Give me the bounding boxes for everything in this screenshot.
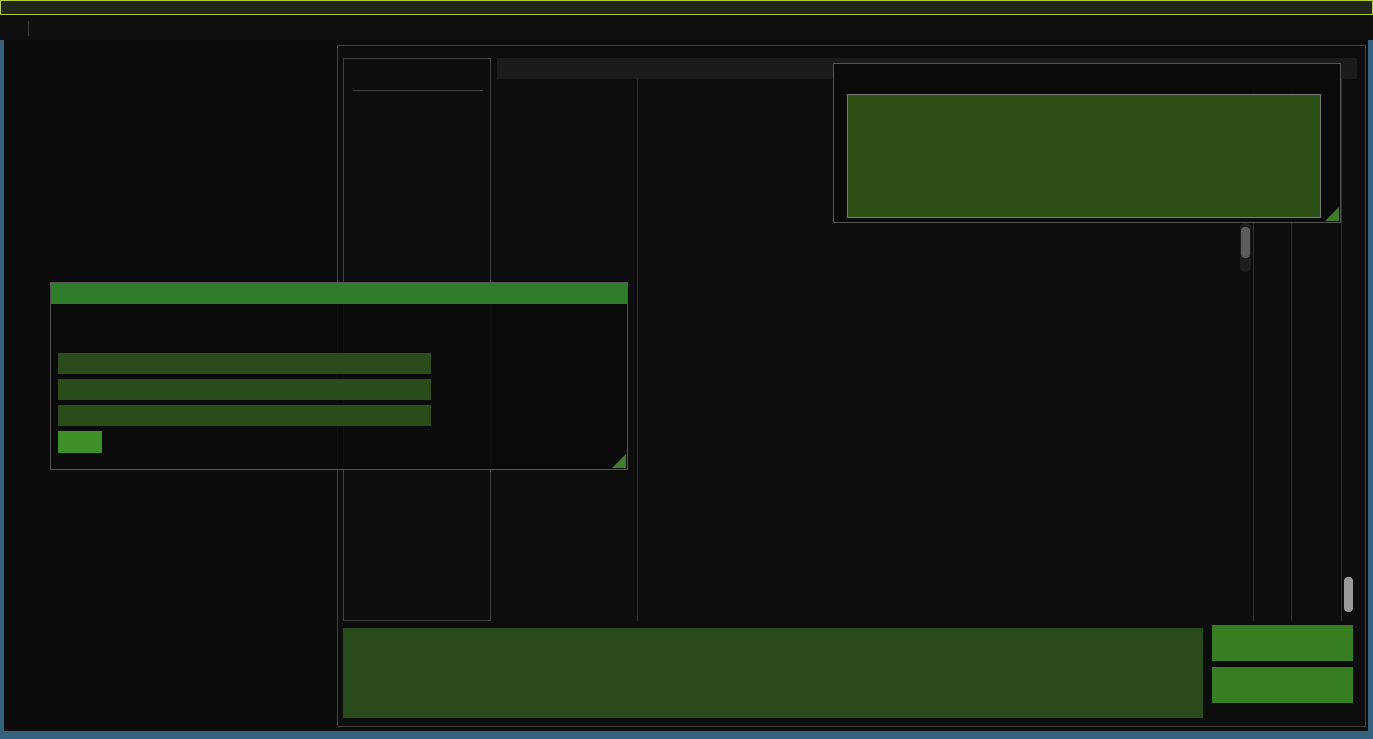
menu-bar (0, 17, 1373, 40)
column-divider (637, 79, 638, 621)
join-password-input[interactable] (58, 405, 431, 426)
join-button[interactable] (58, 431, 102, 453)
histogram-plot (847, 94, 1321, 218)
column-divider (1341, 79, 1342, 621)
menu-separator (28, 21, 29, 36)
histogram-window (833, 63, 1341, 223)
message-input[interactable] (343, 628, 1203, 718)
window-titlebar[interactable] (0, 0, 1373, 15)
members-separator (353, 90, 483, 91)
chat-scrollbar[interactable] (1344, 577, 1353, 612)
histogram-window-titlebar[interactable] (834, 64, 1340, 85)
resize-grip[interactable] (1325, 207, 1339, 221)
tab-debug[interactable] (497, 61, 508, 76)
join-group-window (50, 282, 628, 470)
window-border-bottom (0, 731, 1373, 739)
send-file-button[interactable] (1212, 625, 1353, 661)
window-border-right (1368, 17, 1373, 739)
paste-file-button[interactable] (1212, 667, 1353, 703)
join-name-input[interactable] (58, 379, 431, 400)
resize-grip[interactable] (612, 454, 626, 468)
message-pane-scrollbar[interactable] (1241, 227, 1250, 258)
join-window-titlebar[interactable] (51, 283, 627, 304)
app-window (0, 0, 1373, 739)
window-border-left (0, 17, 4, 739)
chat-id-input[interactable] (58, 353, 431, 374)
